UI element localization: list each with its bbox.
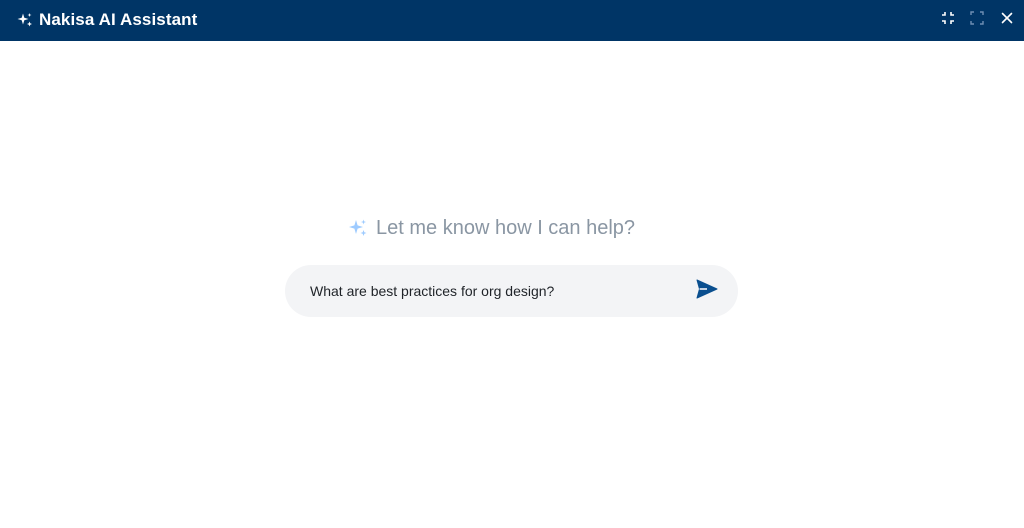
sparkle-icon — [17, 12, 33, 28]
chat-area: Let me know how I can help? — [0, 41, 1024, 528]
collapse-icon — [941, 11, 955, 30]
expand-icon — [970, 10, 984, 30]
ai-assistant-window: Nakisa AI Assistant Let me know how I ca… — [0, 0, 1024, 528]
welcome-prompt: Let me know how I can help? — [348, 215, 635, 241]
send-icon — [696, 279, 718, 304]
sparkle-icon — [348, 218, 368, 238]
expand-button[interactable] — [968, 10, 986, 30]
send-button[interactable] — [695, 279, 719, 303]
window-title: Nakisa AI Assistant — [39, 10, 198, 29]
chat-input[interactable] — [310, 279, 680, 303]
title-bar: Nakisa AI Assistant — [0, 0, 1024, 41]
chat-input-container — [285, 265, 738, 317]
collapse-button[interactable] — [939, 11, 957, 29]
close-button[interactable] — [998, 11, 1016, 29]
close-icon — [1001, 11, 1013, 29]
welcome-text: Let me know how I can help? — [376, 217, 636, 239]
